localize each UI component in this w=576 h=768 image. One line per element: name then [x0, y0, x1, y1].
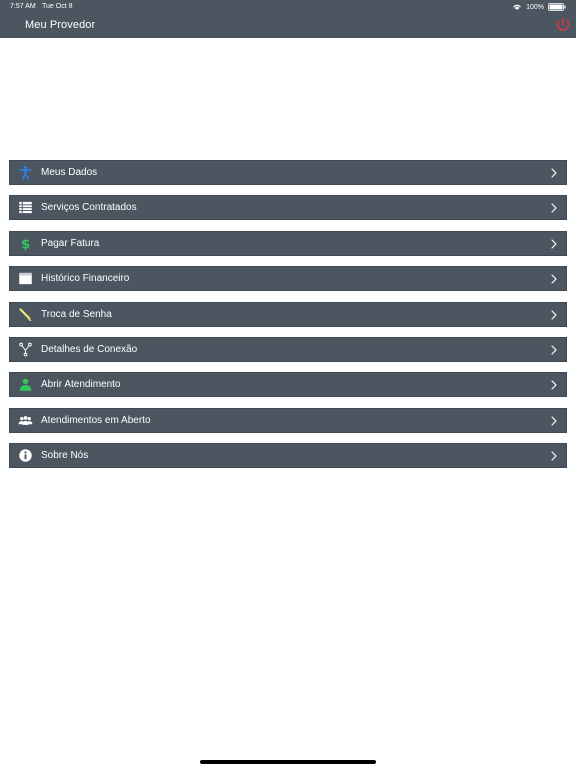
svg-text:$: $	[21, 237, 30, 251]
power-button[interactable]	[555, 17, 571, 33]
status-date: Tue Oct 8	[42, 3, 73, 10]
group-icon	[18, 415, 33, 425]
wifi-icon	[513, 4, 521, 10]
list-icon	[19, 202, 32, 214]
person-icon	[19, 166, 32, 180]
dollar-icon: $	[21, 237, 30, 251]
network-icon	[19, 342, 32, 357]
menu-item-pagar-fatura[interactable]: $ Pagar Fatura	[9, 230, 567, 256]
chevron-right-icon	[551, 309, 557, 320]
menu-item-meus-dados[interactable]: Meus Dados	[9, 160, 567, 185]
menu-item-troca-de-senha[interactable]: Troca de Senha	[9, 301, 567, 327]
power-icon	[556, 17, 570, 31]
main-menu: Meus Dados Serviços Contratados $ Pagar …	[9, 160, 567, 479]
status-time: 7:57 AM	[10, 3, 36, 10]
menu-label-meus-dados: Meus Dados	[41, 167, 98, 178]
page-title: Meu Provedor	[25, 19, 96, 31]
menu-label-historico-financeiro: Histórico Financeiro	[41, 273, 130, 285]
status-right: 100%	[512, 2, 566, 12]
menu-label-troca-de-senha: Troca de Senha	[41, 308, 112, 320]
info-icon	[19, 449, 32, 462]
menu-label-detalhes-de-conexao: Detalhes de Conexão	[41, 343, 138, 355]
top-header: 7:57 AM Tue Oct 8 100% Meu Provedor	[0, 0, 576, 38]
menu-label-atendimentos-em-aberto: Atendimentos em Aberto	[41, 414, 151, 426]
chevron-right-icon	[551, 380, 557, 390]
chevron-right-icon	[551, 168, 557, 178]
menu-item-servicos-contratados[interactable]: Serviços Contratados	[9, 195, 567, 221]
chevron-right-icon	[551, 451, 557, 461]
menu-label-sobre-nos: Sobre Nós	[41, 450, 89, 462]
key-icon	[19, 307, 32, 321]
chevron-right-icon	[551, 345, 557, 355]
home-indicator	[200, 760, 376, 764]
menu-item-atendimentos-em-aberto[interactable]: Atendimentos em Aberto	[9, 407, 567, 433]
menu-item-abrir-atendimento[interactable]: Abrir Atendimento	[9, 372, 567, 398]
battery-text: 100%	[526, 3, 544, 11]
user-add-icon	[19, 379, 32, 392]
menu-item-sobre-nos[interactable]: Sobre Nós	[9, 443, 567, 469]
calendar-icon	[19, 273, 32, 285]
menu-label-pagar-fatura: Pagar Fatura	[41, 237, 100, 249]
status-bar: 7:57 AM Tue Oct 8 100%	[0, 0, 576, 13]
chevron-right-icon	[551, 203, 557, 213]
chevron-right-icon	[551, 416, 557, 426]
menu-item-historico-financeiro[interactable]: Histórico Financeiro	[9, 266, 567, 292]
menu-label-servicos-contratados: Serviços Contratados	[41, 202, 137, 214]
menu-label-abrir-atendimento: Abrir Atendimento	[41, 379, 121, 391]
menu-item-detalhes-de-conexao[interactable]: Detalhes de Conexão	[9, 336, 567, 362]
chevron-right-icon	[551, 239, 557, 249]
chevron-right-icon	[551, 274, 557, 284]
battery-icon	[548, 3, 566, 11]
